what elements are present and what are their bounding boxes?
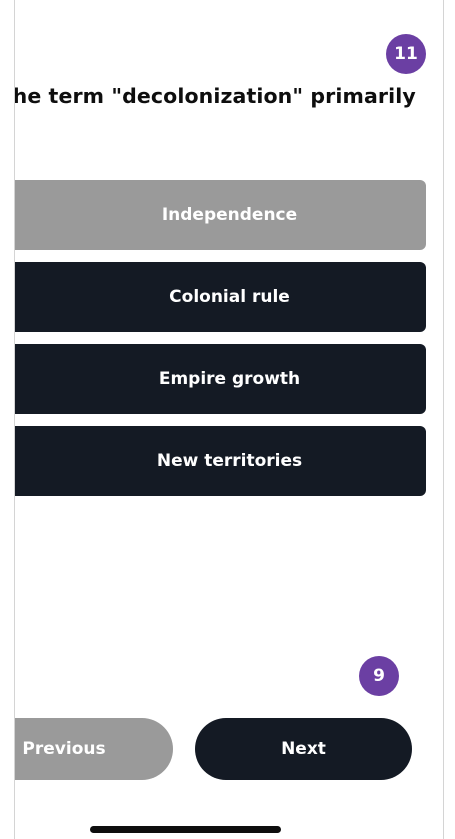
home-indicator[interactable]: [90, 826, 281, 833]
option-new-territories[interactable]: New territories: [15, 426, 426, 496]
option-label: Empire growth: [158, 369, 301, 389]
option-label: Colonial rule: [169, 287, 290, 307]
next-button[interactable]: Next: [195, 718, 412, 780]
previous-button-label: Previous: [22, 739, 106, 759]
option-colonial-rule[interactable]: Colonial rule: [15, 262, 426, 332]
question-text: oes the term "decolonization" primarily …: [14, 82, 435, 140]
option-empire-growth[interactable]: Empire growth: [15, 344, 426, 414]
option-independence[interactable]: Independence: [15, 180, 426, 250]
question-number: 11: [394, 44, 418, 64]
page-badge: 9: [359, 656, 399, 696]
question-line-1: oes the term "decolonization" primarily: [14, 84, 416, 108]
question-number-badge: 11: [386, 34, 426, 74]
previous-button[interactable]: Previous: [15, 718, 173, 780]
answer-options: Independence Colonial rule Empire growth…: [15, 180, 426, 508]
option-label: New territories: [156, 451, 303, 471]
next-button-label: Next: [281, 739, 326, 759]
option-label: Independence: [161, 205, 298, 225]
page-badge-number: 9: [373, 666, 385, 686]
quiz-screen: 11 oes the term "decolonization" primari…: [14, 0, 444, 839]
